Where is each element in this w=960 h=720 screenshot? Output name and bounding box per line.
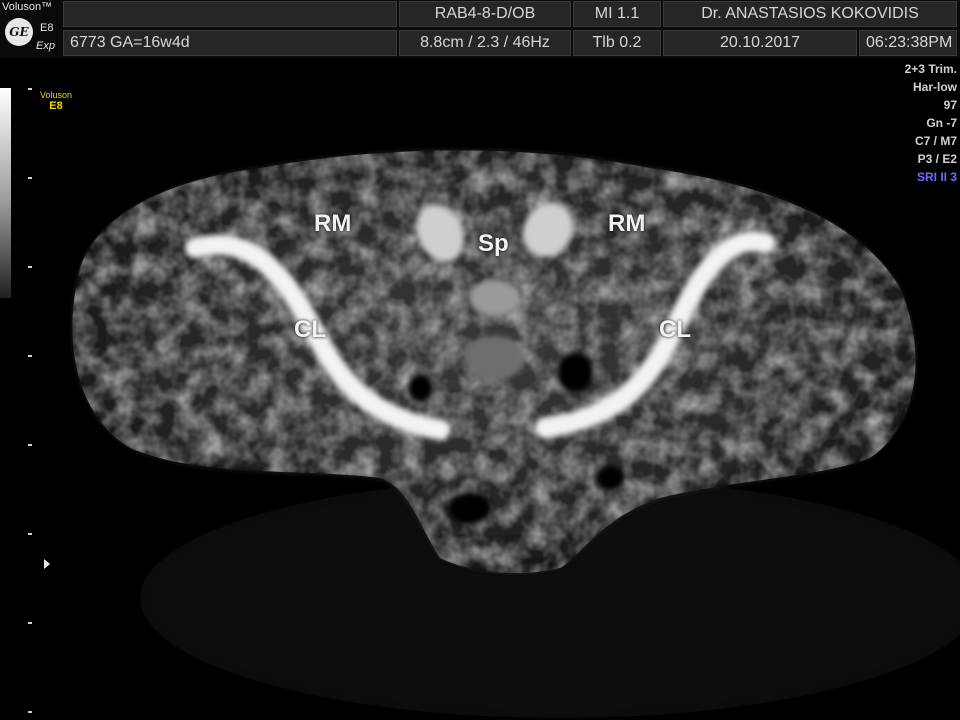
mini-logo-name: Voluson — [40, 90, 73, 100]
brand-block: Voluson™ GE E8 Exp — [0, 0, 62, 58]
depth-tick — [28, 177, 32, 179]
tib-value: Tlb 0.2 — [573, 30, 661, 56]
focus-marker-icon[interactable] — [44, 559, 50, 569]
label-cl-right: CL — [659, 316, 691, 343]
ultrasound-scan-svg — [72, 150, 960, 718]
status-header: Voluson™ GE E8 Exp RAB4-8-D/OB MI 1.1 Dr… — [0, 0, 960, 58]
brand-name: Voluson™ — [2, 1, 53, 13]
param-c-m: C7 / M7 — [914, 134, 957, 148]
exam-time: 06:23:38PM — [859, 30, 957, 56]
param-preset: 2+3 Trim. — [904, 62, 957, 76]
param-p-e: P3 / E2 — [917, 152, 957, 166]
operator-name: Dr. ANASTASIOS KOKOVIDIS — [663, 1, 957, 27]
param-harmonics: Har-low — [912, 80, 957, 94]
brand-model: E8 — [40, 22, 54, 34]
depth-tick — [28, 88, 32, 90]
depth-frequency: 8.8cm / 2.3 / 46Hz — [399, 30, 571, 56]
header-blank-cell — [63, 1, 397, 27]
depth-tick — [28, 266, 32, 268]
depth-tick — [28, 444, 32, 446]
mi-value: MI 1.1 — [573, 1, 661, 27]
label-rm-right: RM — [608, 210, 646, 237]
ultrasound-image[interactable]: RM Sp RM CL CL — [0, 58, 960, 720]
ge-logo-icon: GE — [5, 18, 33, 46]
depth-tick — [28, 622, 32, 624]
probe-info: RAB4-8-D/OB — [399, 1, 571, 27]
label-spine: Sp — [478, 230, 509, 257]
depth-tick — [28, 355, 32, 357]
grayscale-bar — [0, 88, 11, 298]
label-rm-left: RM — [314, 210, 352, 237]
depth-tick — [28, 711, 32, 713]
param-gain: Gn -7 — [926, 116, 957, 130]
param-power: 97 — [943, 98, 957, 112]
mini-logo-model: E8 — [49, 100, 63, 112]
depth-tick — [28, 533, 32, 535]
mini-logo: Voluson E8 — [40, 90, 72, 112]
param-sri: SRI II 3 — [916, 170, 957, 184]
imaging-parameters: 2+3 Trim. Har-low 97 Gn -7 C7 / M7 P3 / … — [905, 60, 957, 186]
brand-mode: Exp — [36, 40, 55, 52]
patient-ga: 6773 GA=16w4d — [63, 30, 397, 56]
exam-date: 20.10.2017 — [663, 30, 857, 56]
label-cl-left: CL — [294, 316, 326, 343]
